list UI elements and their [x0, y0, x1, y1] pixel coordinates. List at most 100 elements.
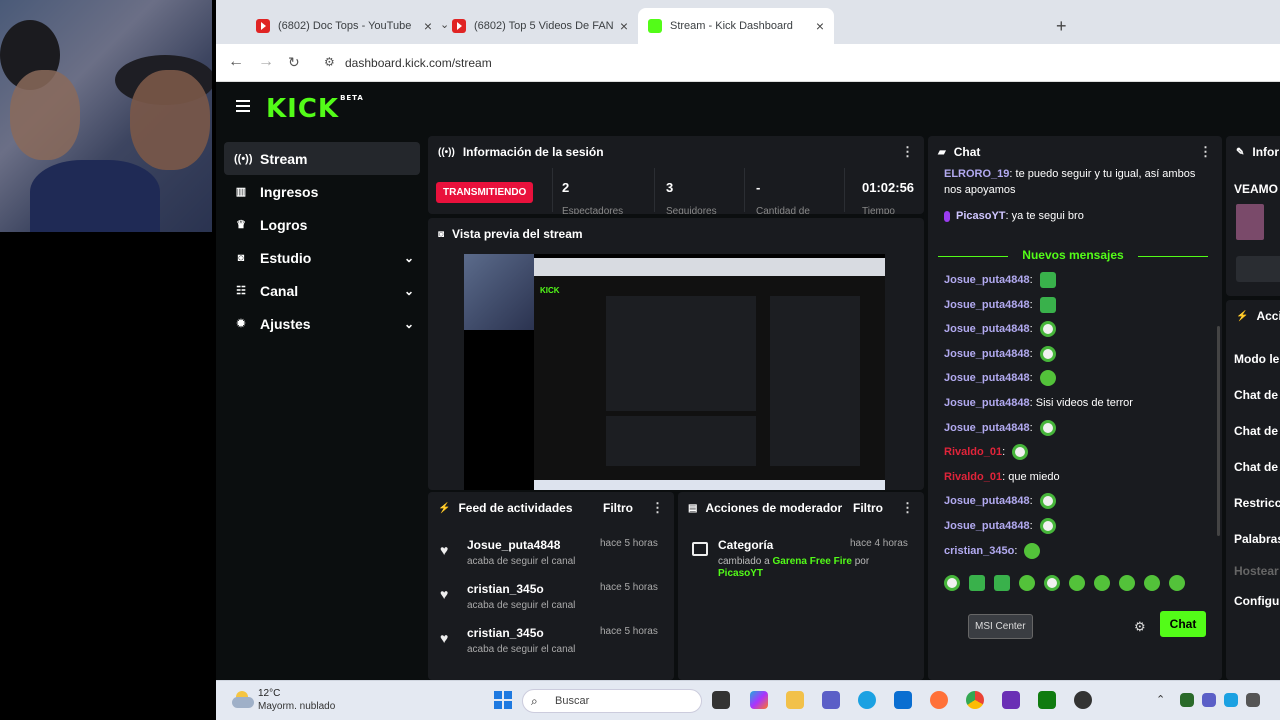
sidebar-item-canal[interactable]: ☷ Canal ⌄: [224, 274, 420, 307]
emote-picker-icon[interactable]: [1094, 574, 1110, 591]
new-messages-divider[interactable]: Nuevos mensajes: [938, 248, 1208, 262]
feed-user[interactable]: cristian_345o: [467, 626, 544, 640]
chat-username[interactable]: ELRORO_19: [944, 168, 1009, 180]
filter-button[interactable]: Filtro: [853, 501, 883, 515]
more-icon[interactable]: ⋮: [651, 500, 664, 516]
emote-picker-icon[interactable]: [944, 574, 960, 591]
copilot-icon[interactable]: [750, 691, 768, 709]
tray-icon[interactable]: [1246, 693, 1260, 707]
chat-username[interactable]: Josue_puta4848: [944, 274, 1030, 286]
xbox-icon[interactable]: [1038, 691, 1056, 709]
send-chat-button[interactable]: Chat: [1160, 611, 1206, 637]
chat-username[interactable]: Josue_puta4848: [944, 299, 1030, 311]
chart-icon: ▥: [235, 186, 247, 198]
category-link[interactable]: Garena Free Fire: [772, 556, 851, 567]
menu-icon[interactable]: [236, 100, 250, 112]
action-item[interactable]: Palabras: [1234, 532, 1280, 546]
action-item[interactable]: Chat de s: [1234, 460, 1280, 474]
action-item[interactable]: Restricc: [1234, 496, 1280, 510]
chat-username[interactable]: Josue_puta4848: [944, 495, 1030, 507]
feed-user[interactable]: cristian_345o: [467, 582, 544, 596]
chat-username[interactable]: Josue_puta4848: [944, 520, 1030, 532]
black-area: [0, 232, 216, 680]
emote-picker-icon[interactable]: [969, 574, 985, 591]
tab-kick-dashboard[interactable]: Stream - Kick Dashboard ×: [638, 8, 834, 44]
feed-item: ♥ cristian_345o acaba de seguir el canal…: [440, 624, 670, 664]
action-item[interactable]: Chat de s: [1234, 424, 1280, 438]
emote-picker-icon[interactable]: [1044, 574, 1060, 591]
close-icon[interactable]: ×: [816, 18, 824, 34]
weather-icon[interactable]: [232, 689, 256, 709]
emote-picker-icon[interactable]: [1169, 574, 1185, 591]
site-info-icon[interactable]: ⚙: [324, 55, 335, 69]
sidebar-item-stream[interactable]: ((•)) Stream: [224, 142, 420, 175]
stream-preview-video[interactable]: KICK: [464, 254, 885, 490]
chat-username[interactable]: Rivaldo_01: [944, 446, 1002, 458]
tab-youtube-1[interactable]: (6802) Doc Tops - YouTube ×: [246, 8, 442, 44]
store-icon[interactable]: [894, 691, 912, 709]
weather-description[interactable]: Mayorm. nublado: [258, 701, 335, 712]
chevron-up-icon[interactable]: ⌃: [1156, 693, 1165, 706]
chat-username[interactable]: Josue_puta4848: [944, 397, 1030, 409]
mod-entry-time: hace 4 horas: [850, 538, 908, 549]
more-icon[interactable]: ⋮: [901, 144, 914, 160]
app-icon[interactable]: [1074, 691, 1092, 709]
emote-picker-icon[interactable]: [1069, 574, 1085, 591]
chat-username[interactable]: Josue_puta4848: [944, 372, 1030, 384]
chat-username[interactable]: cristian_345o: [944, 545, 1014, 557]
more-icon[interactable]: ⋮: [901, 500, 914, 516]
edit-button[interactable]: [1236, 256, 1280, 282]
new-tab-button[interactable]: +: [1056, 17, 1067, 35]
obs-icon[interactable]: [1002, 691, 1020, 709]
panel-header: ⚡ Feed de actividades Filtro ⋮: [428, 492, 674, 524]
forward-icon[interactable]: →: [258, 53, 274, 71]
more-icon[interactable]: ⋮: [1199, 144, 1212, 160]
feed-user[interactable]: Josue_puta4848: [467, 538, 560, 552]
teams-icon[interactable]: [822, 691, 840, 709]
chat-scrollbar[interactable]: [1217, 326, 1220, 536]
tab-youtube-2[interactable]: (6802) Top 5 Videos De FANTAS ×: [442, 8, 638, 44]
close-icon[interactable]: ×: [620, 18, 628, 34]
tray-icon[interactable]: [1224, 693, 1238, 707]
user-link[interactable]: PicasoYT: [718, 568, 763, 579]
chat-username[interactable]: Rivaldo_01: [944, 471, 1002, 483]
action-item[interactable]: Configur: [1234, 594, 1280, 608]
sidebar-item-estudio[interactable]: ◙ Estudio ⌄: [224, 241, 420, 274]
emote-picker-icon[interactable]: [1144, 574, 1160, 591]
reload-icon[interactable]: ↻: [288, 54, 300, 71]
chat-username[interactable]: Josue_puta4848: [944, 323, 1030, 335]
filter-button[interactable]: Filtro: [603, 501, 633, 515]
sidebar-item-logros[interactable]: ♛ Logros: [224, 208, 420, 241]
chat-username[interactable]: Josue_puta4848: [944, 422, 1030, 434]
chat-username[interactable]: Josue_puta4848: [944, 348, 1030, 360]
teams-tray-icon[interactable]: [1202, 693, 1216, 707]
action-item[interactable]: Modo len: [1234, 352, 1280, 366]
emote-picker-icon[interactable]: [1119, 574, 1135, 591]
firefox-icon[interactable]: [930, 691, 948, 709]
chat-message: Josue_puta4848: Sisi videos de terror: [944, 397, 1133, 409]
chrome-icon[interactable]: [966, 691, 984, 709]
close-icon[interactable]: ×: [424, 18, 432, 34]
back-icon[interactable]: ←: [228, 53, 244, 71]
start-icon[interactable]: [494, 691, 512, 709]
edge-icon[interactable]: [858, 691, 876, 709]
sidebar-item-ingresos[interactable]: ▥ Ingresos: [224, 175, 420, 208]
emote-picker-icon[interactable]: [994, 574, 1010, 591]
chat-username[interactable]: PicasoYT: [956, 210, 1006, 222]
kick-logo[interactable]: KICKBETA: [266, 94, 364, 124]
chat-settings-icon[interactable]: ⚙: [1134, 619, 1146, 635]
nvidia-icon[interactable]: [1180, 693, 1194, 707]
youtube-icon: [452, 19, 466, 33]
sidebar-item-label: Canal: [260, 282, 299, 299]
chat-bubble-icon: ▰: [938, 146, 946, 158]
sidebar-item-ajustes[interactable]: ✹ Ajustes ⌄: [224, 307, 420, 340]
url-field[interactable]: dashboard.kick.com/stream: [345, 56, 492, 70]
weather-temperature[interactable]: 12°C: [258, 688, 280, 699]
emote-bar: [944, 574, 1214, 592]
task-view-icon[interactable]: [712, 691, 730, 709]
file-explorer-icon[interactable]: [786, 691, 804, 709]
action-item[interactable]: Chat de s: [1234, 388, 1280, 402]
sidebar-item-label: Ingresos: [260, 183, 319, 200]
emote-picker-icon[interactable]: [1019, 574, 1035, 591]
taskbar-search[interactable]: ⌕ Buscar: [522, 689, 702, 713]
